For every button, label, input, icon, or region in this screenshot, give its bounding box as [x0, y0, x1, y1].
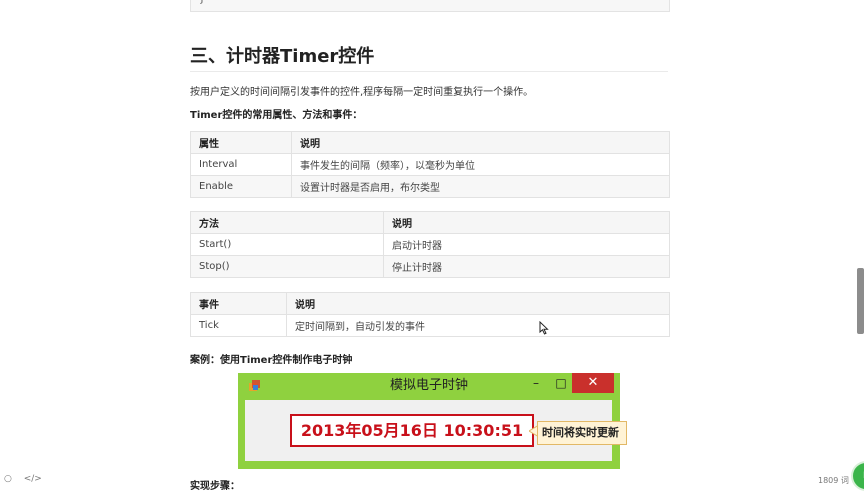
table-cell: Start()	[190, 233, 384, 256]
minimize-button[interactable]: –	[528, 373, 544, 393]
events-table: 事件 说明 Tick 定时间隔到，自动引发的事件	[190, 292, 670, 337]
table-header-row: 事件 说明	[190, 292, 670, 315]
table-cell: Interval	[190, 153, 292, 176]
circle-icon[interactable]: ○	[4, 474, 12, 484]
methods-table: 方法 说明 Start() 启动计时器 Stop() 停止计时器	[190, 211, 670, 278]
properties-table: 属性 说明 Interval 事件发生的间隔（频率），以毫秒为单位 Enable…	[190, 131, 670, 198]
close-button[interactable]: ✕	[572, 373, 614, 393]
table-cell: 启动计时器	[383, 233, 670, 256]
maximize-button[interactable]: □	[553, 373, 569, 393]
next-section-heading: 实现步骤：	[190, 481, 240, 492]
table-row: Start() 启动计时器	[190, 233, 670, 256]
table-header-cell: 属性	[190, 131, 292, 154]
callout-note: 时间将实时更新	[537, 421, 627, 445]
table-row: Tick 定时间隔到，自动引发的事件	[190, 314, 670, 337]
code-brace: }	[199, 0, 205, 5]
mouse-cursor-icon	[539, 321, 549, 335]
clock-app-window: 模拟电子时钟 – □ ✕ 2013年05月16日 10:30:51 时间将实时更…	[238, 373, 627, 469]
floating-action-button[interactable]: K	[851, 461, 864, 491]
table-header-row: 方法 说明	[190, 211, 670, 234]
table-cell: Tick	[190, 314, 287, 337]
table-row: Stop() 停止计时器	[190, 255, 670, 278]
subheading: Timer控件的常用属性、方法和事件：	[190, 110, 363, 121]
intro-paragraph: 按用户定义的时间间隔引发事件的控件,程序每隔一定时间重复执行一个操作。	[190, 87, 534, 98]
section-heading: 三、计时器Timer控件	[190, 44, 668, 72]
table-cell: 定时间隔到，自动引发的事件	[286, 314, 670, 337]
table-header-cell: 说明	[286, 292, 670, 315]
table-header-cell: 方法	[190, 211, 384, 234]
scrollbar-thumb[interactable]	[857, 268, 864, 334]
code-block-end: }	[190, 0, 670, 12]
table-header-cell: 事件	[190, 292, 287, 315]
table-row: Enable 设置计时器是否启用，布尔类型	[190, 175, 670, 198]
table-header-cell: 说明	[383, 211, 670, 234]
table-cell: Stop()	[190, 255, 384, 278]
table-header-row: 属性 说明	[190, 131, 670, 154]
code-view-icon[interactable]: </>	[24, 474, 42, 484]
table-cell: 事件发生的间隔（频率），以毫秒为单位	[291, 153, 670, 176]
clock-display: 2013年05月16日 10:30:51	[290, 414, 534, 447]
table-cell: 停止计时器	[383, 255, 670, 278]
example-label: 案例：使用Timer控件制作电子时钟	[190, 355, 353, 366]
table-row: Interval 事件发生的间隔（频率），以毫秒为单位	[190, 153, 670, 176]
table-header-cell: 说明	[291, 131, 670, 154]
window-client-area: 2013年05月16日 10:30:51 时间将实时更新	[245, 400, 627, 461]
table-cell: Enable	[190, 175, 292, 198]
table-cell: 设置计时器是否启用，布尔类型	[291, 175, 670, 198]
bottom-toolbar: ○ </>	[4, 474, 51, 484]
word-count: 1809 词	[818, 476, 849, 485]
